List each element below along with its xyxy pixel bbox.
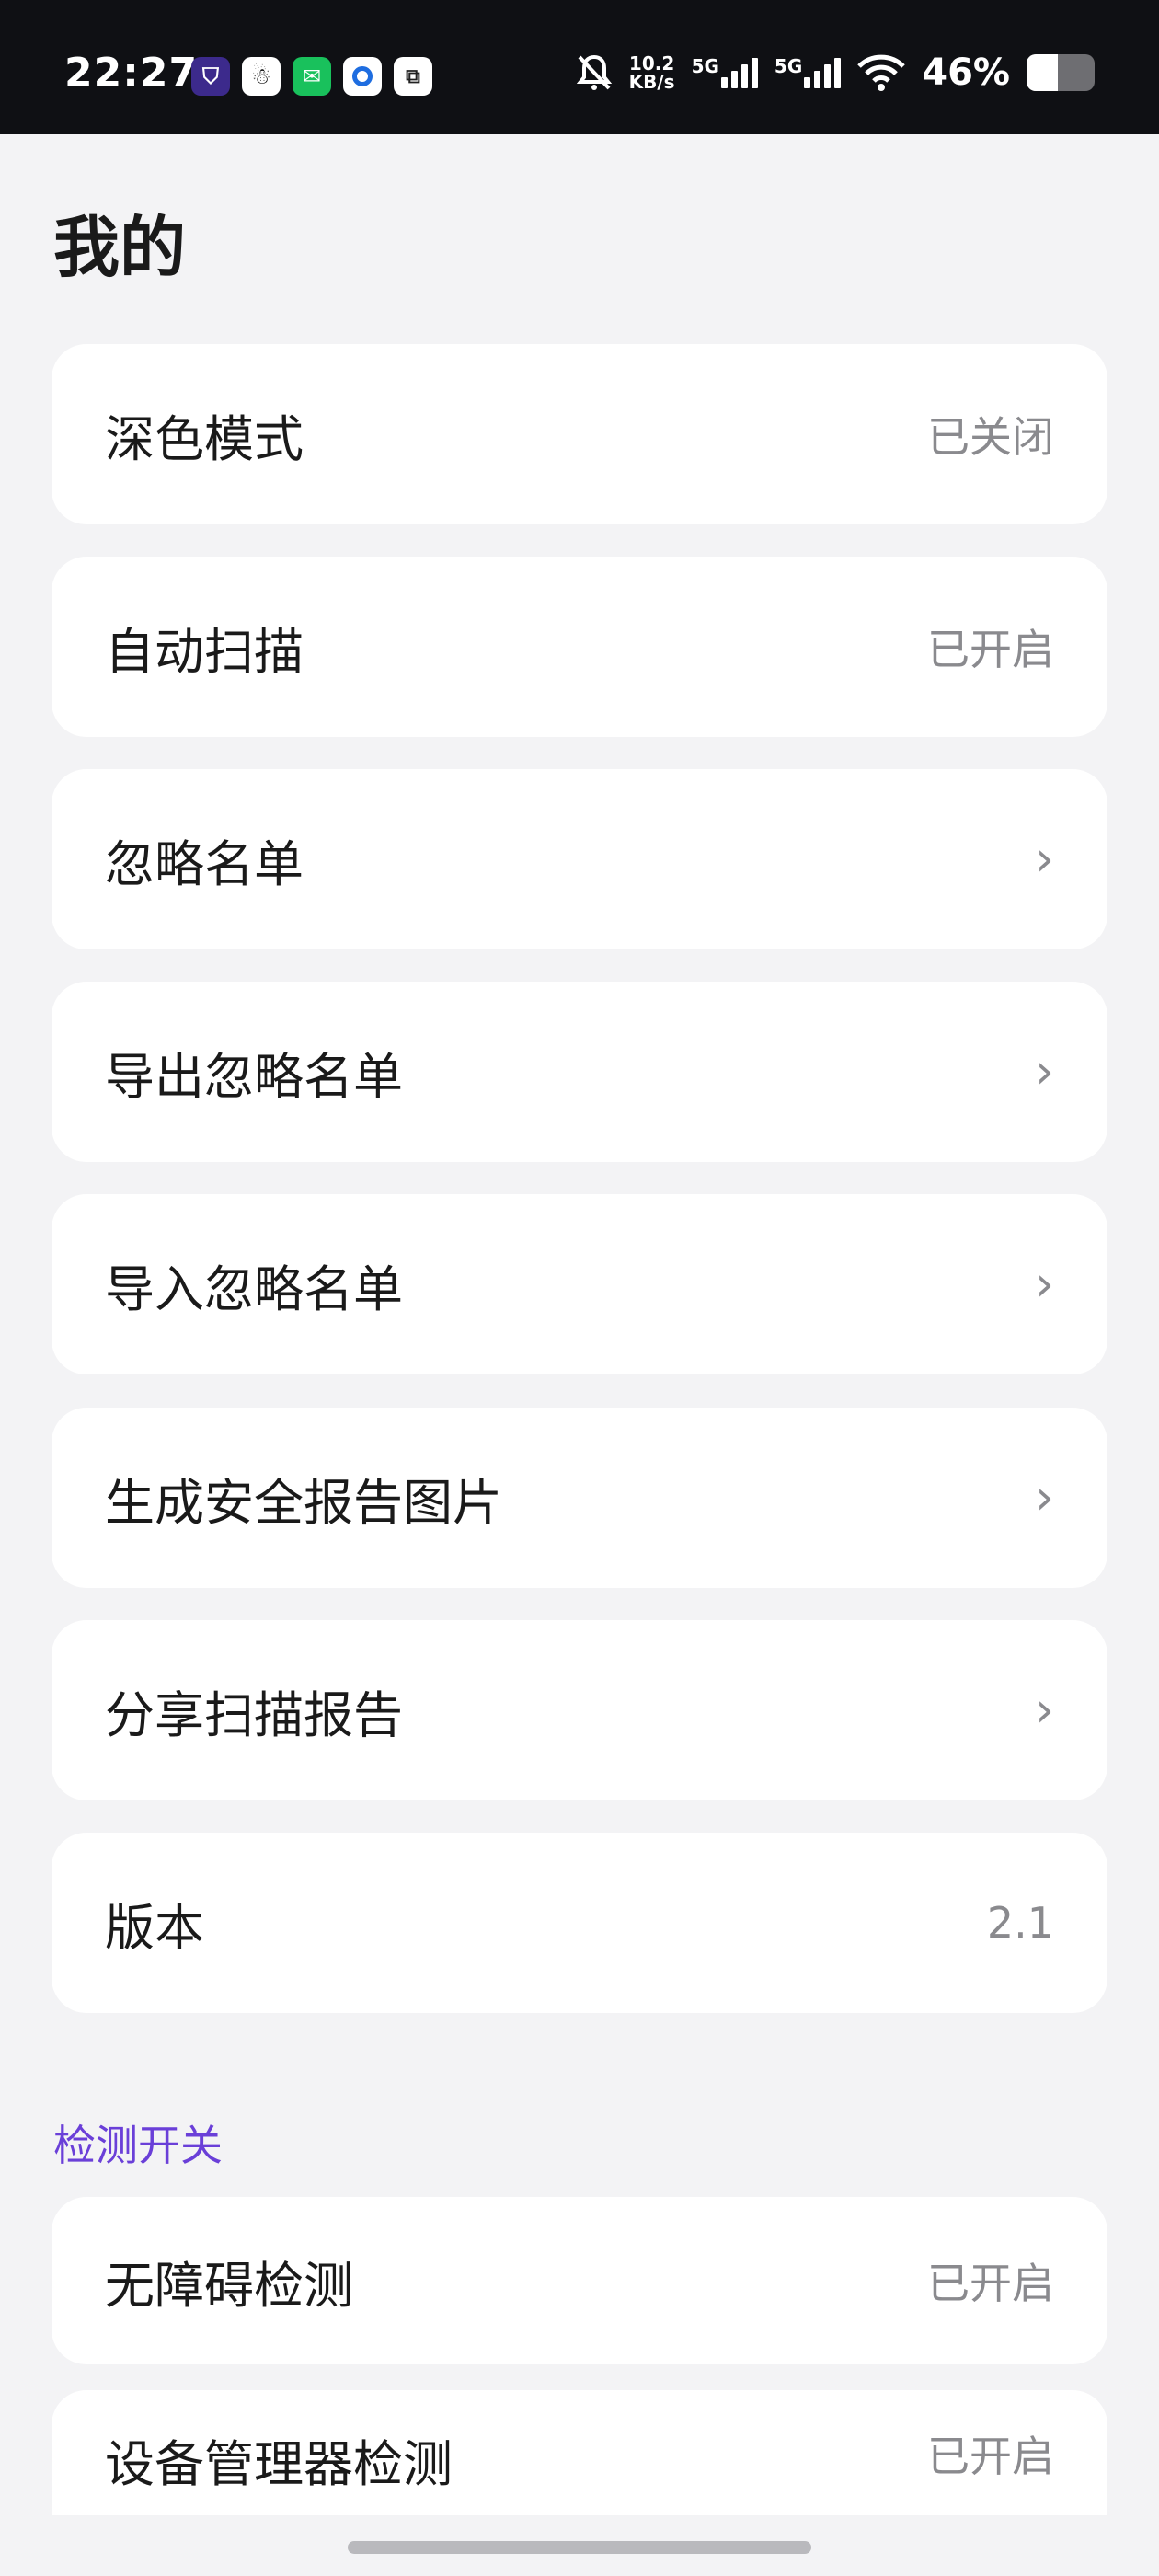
status-right: 10.2 KB/s 5G 5G 46% (576, 52, 1095, 94)
notification-icons: ⛉ ☃ ✉ ⧉ (191, 57, 432, 96)
row-label: 设备管理器检测 (105, 2435, 453, 2493)
chevron-right-icon: › (1035, 1683, 1054, 1738)
version-row[interactable]: 版本 2.1 (52, 1833, 1107, 2013)
signal-icon (804, 57, 842, 88)
generate-report-image-row[interactable]: 生成安全报告图片 › (52, 1408, 1107, 1588)
row-value: 已开启 (927, 2432, 1054, 2481)
row-value: 已开启 (927, 625, 1054, 674)
chevron-right-icon: › (1035, 1470, 1054, 1525)
qq-icon: ☃ (242, 57, 281, 96)
bell-muted-icon (576, 54, 612, 90)
dark-mode-row[interactable]: 深色模式 已关闭 (52, 344, 1107, 524)
signal-sim1: 5G (692, 57, 758, 88)
status-time: 22:27 (64, 50, 199, 97)
row-label: 导入忽略名单 (105, 1259, 403, 1318)
export-ignore-list-row[interactable]: 导出忽略名单 › (52, 982, 1107, 1162)
signal-icon (720, 57, 758, 88)
battery-fill (1027, 54, 1059, 91)
auto-scan-row[interactable]: 自动扫描 已开启 (52, 557, 1107, 737)
battery-percent: 46% (922, 52, 1010, 94)
row-value: 2.1 (986, 1898, 1054, 1948)
row-label: 生成安全报告图片 (105, 1473, 502, 1532)
row-label: 导出忽略名单 (105, 1047, 403, 1106)
import-ignore-list-row[interactable]: 导入忽略名单 › (52, 1194, 1107, 1374)
share-scan-report-row[interactable]: 分享扫描报告 › (52, 1620, 1107, 1800)
row-label: 版本 (105, 1898, 204, 1957)
sim1-label: 5G (691, 55, 719, 77)
chevron-right-icon: › (1035, 1044, 1054, 1099)
chevron-right-icon: › (1035, 832, 1054, 887)
wifi-icon (857, 54, 906, 91)
net-speed-unit: KB/s (628, 71, 675, 93)
row-label: 分享扫描报告 (105, 1685, 403, 1744)
net-speed-value: 10.2 (628, 52, 675, 75)
row-label: 自动扫描 (105, 622, 304, 681)
sim2-label: 5G (774, 55, 803, 77)
page-title: 我的 (53, 209, 187, 286)
ignore-list-row[interactable]: 忽略名单 › (52, 769, 1107, 949)
shield-app-icon: ⛉ (191, 57, 230, 96)
device-admin-detection-row[interactable]: 设备管理器检测 已开启 (52, 2390, 1107, 2515)
status-bar: 22:27 ⛉ ☃ ✉ ⧉ 10.2 KB/s 5G 5G 46% (0, 0, 1159, 134)
signal-sim2: 5G (774, 55, 842, 88)
accessibility-detection-row[interactable]: 无障碍检测 已开启 (52, 2197, 1107, 2364)
link-app-icon: ⧉ (394, 57, 432, 96)
circle-app-icon (343, 57, 382, 96)
row-value: 已关闭 (927, 412, 1054, 462)
row-label: 无障碍检测 (105, 2256, 353, 2315)
battery-icon (1027, 54, 1095, 91)
row-label: 深色模式 (105, 409, 304, 468)
row-value: 已开启 (927, 2259, 1054, 2308)
home-indicator[interactable] (348, 2541, 811, 2554)
row-label: 忽略名单 (105, 834, 304, 893)
net-speed: 10.2 KB/s (629, 54, 675, 91)
wechat-icon: ✉ (293, 57, 331, 96)
section-header-detection: 检测开关 (53, 2121, 223, 2170)
chevron-right-icon: › (1035, 1257, 1054, 1312)
